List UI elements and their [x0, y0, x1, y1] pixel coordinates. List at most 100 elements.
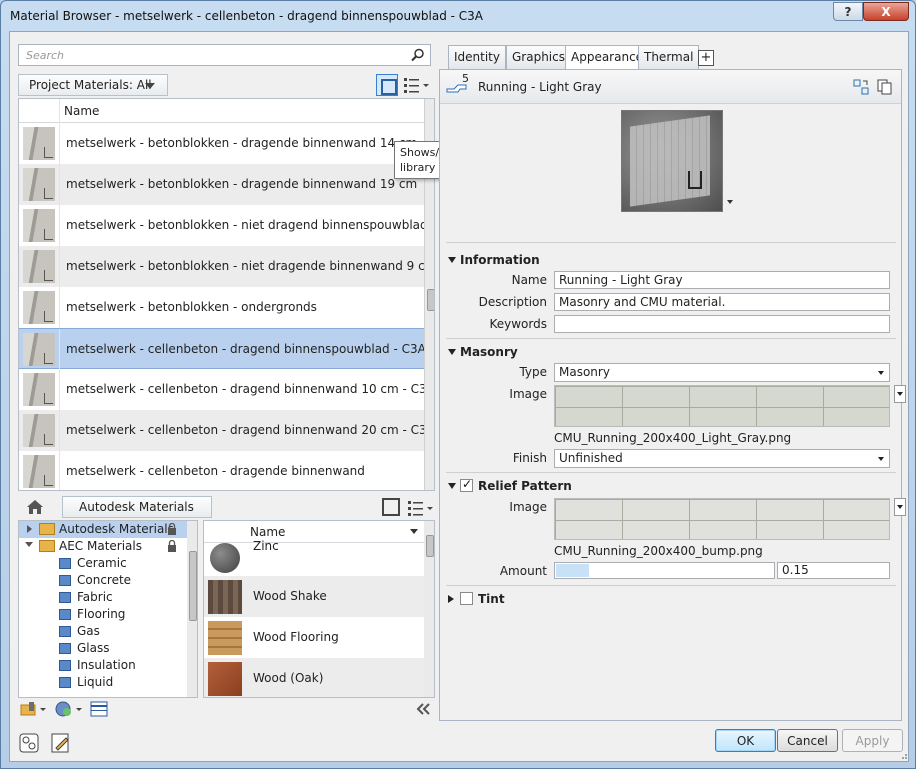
material-row[interactable]: metselwerk - cellenbeton - dragend binne…: [19, 369, 434, 410]
project-materials-list: Name metselwerk - betonblokken - dragend…: [18, 98, 435, 491]
type-select[interactable]: Masonry: [554, 363, 890, 382]
tree-item-aec-materials[interactable]: AEC Materials: [19, 538, 187, 555]
list-view-icon[interactable]: [406, 499, 434, 517]
material-label: metselwerk - cellenbeton - dragende binn…: [66, 464, 365, 478]
tree-item-ceramic[interactable]: Ceramic: [19, 555, 187, 572]
scrollbar-thumb[interactable]: [426, 535, 434, 557]
ok-button[interactable]: OK: [715, 729, 776, 752]
library-material-wood-flooring[interactable]: Wood Flooring: [204, 617, 424, 658]
material-row[interactable]: metselwerk - betonblokken - ondergronds: [19, 287, 424, 328]
keywords-field[interactable]: [554, 315, 890, 333]
project-materials-filter[interactable]: Project Materials: All: [18, 74, 168, 96]
amount-slider[interactable]: [554, 562, 775, 579]
title-bar[interactable]: Material Browser - metselwerk - cellenbe…: [1, 1, 915, 31]
material-thumbnail: [208, 662, 242, 696]
create-material-icon[interactable]: [54, 701, 84, 717]
tree-item-insulation[interactable]: Insulation: [19, 657, 187, 674]
home-icon[interactable]: [26, 498, 44, 516]
search-icon[interactable]: [411, 48, 425, 62]
tab-appearance[interactable]: Appearance: [565, 45, 650, 70]
toggle-library-panel-button[interactable]: [376, 74, 398, 96]
close-button[interactable]: X: [863, 2, 909, 21]
section-title: Information: [460, 253, 540, 267]
tab-identity[interactable]: Identity: [448, 45, 506, 69]
window-title: Material Browser - metselwerk - cellenbe…: [10, 9, 484, 23]
collapse-panel-icon[interactable]: [414, 701, 432, 717]
material-thumbnail: [23, 455, 55, 488]
chevron-down-icon[interactable]: [410, 529, 418, 534]
material-thumbnail: [23, 168, 55, 201]
tab-graphics[interactable]: Graphics: [506, 45, 571, 69]
tab-thermal[interactable]: Thermal: [638, 45, 700, 69]
add-asset-tab-button[interactable]: +: [698, 50, 714, 66]
material-row[interactable]: metselwerk - betonblokken - dragende bin…: [19, 123, 424, 164]
finish-select[interactable]: Unfinished: [554, 449, 890, 468]
amount-slider-fill: [556, 564, 589, 577]
material-assets-icon[interactable]: [18, 732, 40, 754]
chevron-down-icon[interactable]: [727, 200, 733, 204]
category-icon: [59, 643, 71, 654]
cancel-button[interactable]: Cancel: [777, 729, 838, 752]
library-view-toggle-button[interactable]: [382, 498, 400, 516]
help-button[interactable]: ?: [833, 2, 863, 21]
tree-item-liquid[interactable]: Liquid: [19, 674, 187, 691]
category-icon: [59, 660, 71, 671]
library-material-zinc[interactable]: Zinc: [204, 535, 424, 576]
tint-section-header[interactable]: Tint: [448, 592, 505, 606]
tree-label: AEC Materials: [59, 539, 142, 553]
material-row[interactable]: metselwerk - betonblokken - dragende bin…: [19, 164, 424, 205]
material-row[interactable]: metselwerk - betonblokken - niet dragend…: [19, 205, 428, 246]
relief-pattern-section-header[interactable]: Relief Pattern: [448, 477, 572, 493]
library-list-scrollbar[interactable]: [424, 521, 434, 697]
material-preview[interactable]: [621, 110, 723, 212]
search-input[interactable]: Search: [18, 44, 431, 66]
material-thumbnail: [23, 127, 55, 160]
resize-grip-icon[interactable]: [898, 750, 908, 760]
edit-material-icon[interactable]: [50, 732, 72, 754]
asset-browser-icon[interactable]: [90, 701, 108, 717]
category-icon: [59, 677, 71, 688]
expand-icon: [448, 595, 454, 603]
material-row[interactable]: metselwerk - betonblokken - niet dragend…: [19, 246, 434, 287]
list-view-icon[interactable]: [402, 76, 430, 94]
tree-item-flooring[interactable]: Flooring: [19, 606, 187, 623]
library-breadcrumb[interactable]: Autodesk Materials: [62, 496, 212, 518]
tree-item-autodesk-materials[interactable]: Autodesk Materials: [19, 521, 187, 538]
material-row[interactable]: metselwerk - cellenbeton - dragend binne…: [19, 410, 434, 451]
masonry-section-header[interactable]: Masonry: [448, 345, 518, 359]
project-materials-label: Project Materials: All: [29, 78, 152, 92]
description-field[interactable]: Masonry and CMU material.: [554, 293, 890, 311]
replace-asset-icon[interactable]: [853, 79, 869, 95]
library-material-label: Wood Shake: [253, 589, 327, 603]
tint-checkbox[interactable]: [460, 592, 473, 605]
relief-image-label: Image: [509, 500, 547, 514]
material-row[interactable]: metselwerk - cellenbeton - dragende binn…: [19, 451, 424, 490]
duplicate-asset-icon[interactable]: [877, 79, 893, 95]
apply-button[interactable]: Apply: [842, 729, 903, 752]
library-material-wood-oak[interactable]: Wood (Oak): [204, 658, 424, 697]
library-material-wood-shake[interactable]: Wood Shake: [204, 576, 424, 617]
masonry-image-menu-button[interactable]: [894, 385, 906, 403]
masonry-image[interactable]: [554, 385, 890, 427]
open-library-icon[interactable]: [20, 701, 48, 717]
relief-image[interactable]: [554, 498, 890, 540]
name-column-header[interactable]: Name: [64, 104, 99, 118]
scrollbar-thumb[interactable]: [427, 289, 434, 311]
tree-item-concrete[interactable]: Concrete: [19, 572, 187, 589]
asset-name: Running - Light Gray: [478, 80, 602, 94]
tree-item-glass[interactable]: Glass: [19, 640, 187, 657]
scrollbar-thumb[interactable]: [189, 551, 197, 621]
relief-image-menu-button[interactable]: [894, 498, 906, 516]
material-row[interactable]: metselwerk - cellenbeton - dragend binne…: [19, 328, 426, 370]
name-field[interactable]: Running - Light Gray: [554, 271, 890, 289]
amount-field[interactable]: 0.15: [777, 562, 890, 579]
information-section-header[interactable]: Information: [448, 253, 540, 267]
tree-scrollbar[interactable]: [187, 521, 197, 697]
material-thumbnail: [23, 373, 55, 406]
relief-pattern-checkbox[interactable]: [460, 477, 473, 492]
material-thumbnail: [23, 333, 55, 366]
tree-item-fabric[interactable]: Fabric: [19, 589, 187, 606]
tree-item-gas[interactable]: Gas: [19, 623, 187, 640]
tree-label: Ceramic: [77, 556, 127, 570]
material-label: metselwerk - betonblokken - ondergronds: [66, 300, 317, 314]
